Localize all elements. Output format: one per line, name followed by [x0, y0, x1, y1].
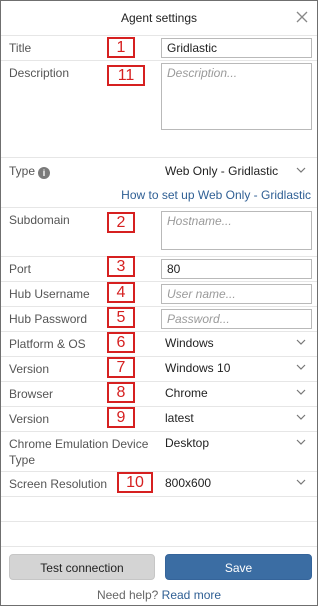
- annotation-badge: 3: [107, 256, 135, 277]
- port-label: Port: [9, 262, 32, 276]
- divider: [1, 207, 317, 208]
- chevron-down-icon: [296, 439, 306, 445]
- description-label: Description: [9, 66, 70, 80]
- type-label: Type i: [9, 164, 51, 179]
- annotation-badge: 1: [107, 37, 135, 58]
- divider: [1, 546, 317, 547]
- resolution-label: Screen Resolution: [9, 477, 108, 491]
- panel-header: Agent settings: [1, 1, 317, 35]
- annotation-badge: 10: [117, 472, 153, 493]
- browser-version-select[interactable]: latest: [161, 407, 312, 429]
- annotation-badge: 8: [107, 382, 135, 403]
- annotation-badge: 5: [107, 307, 135, 328]
- divider: [1, 306, 317, 307]
- emulation-label: Chrome Emulation Device Type: [9, 437, 149, 467]
- chevron-down-icon: [296, 364, 306, 370]
- subdomain-textarea[interactable]: [161, 211, 312, 250]
- resolution-value: 800x600: [165, 476, 212, 490]
- annotation-badge: 4: [107, 282, 135, 303]
- os-version-select[interactable]: Windows 10: [161, 357, 312, 379]
- chevron-down-icon: [296, 479, 306, 485]
- help-footer: Need help? Read more: [1, 588, 317, 602]
- chevron-down-icon: [296, 389, 306, 395]
- help-text: Need help?: [96, 588, 159, 602]
- type-select[interactable]: Web Only - Gridlastic: [161, 160, 312, 182]
- annotation-badge: 6: [107, 332, 135, 353]
- chevron-down-icon: [296, 167, 306, 173]
- browser-version-label: Version: [9, 412, 50, 426]
- annotation-badge: 9: [107, 407, 135, 428]
- subdomain-label: Subdomain: [9, 213, 70, 227]
- platform-os-select[interactable]: Windows: [161, 332, 312, 354]
- browser-label: Browser: [9, 387, 54, 401]
- os-version-label: Version: [9, 362, 50, 376]
- chevron-down-icon: [296, 414, 306, 420]
- description-textarea[interactable]: [161, 63, 312, 130]
- chevron-down-icon: [296, 339, 306, 345]
- close-icon[interactable]: [295, 10, 309, 24]
- divider: [1, 496, 317, 497]
- hub-password-input[interactable]: [161, 309, 312, 329]
- type-label-text: Type: [9, 164, 36, 178]
- browser-value: Chrome: [165, 386, 208, 400]
- hub-username-label: Hub Username: [9, 287, 90, 301]
- resolution-select[interactable]: 800x600: [161, 472, 312, 494]
- emulation-select[interactable]: Desktop: [161, 432, 312, 454]
- read-more-link[interactable]: Read more: [162, 588, 221, 602]
- test-connection-button[interactable]: Test connection: [9, 554, 155, 580]
- save-button[interactable]: Save: [165, 554, 312, 580]
- hub-username-input[interactable]: [161, 284, 312, 304]
- annotation-badge: 2: [107, 212, 135, 233]
- browser-version-value: latest: [165, 411, 194, 425]
- info-icon[interactable]: i: [38, 167, 51, 179]
- agent-settings-panel: Agent settings Title 1 Description 11 Ty…: [0, 0, 318, 606]
- type-value: Web Only - Gridlastic: [165, 164, 279, 178]
- divider: [1, 256, 317, 257]
- annotation-badge: 7: [107, 357, 135, 378]
- emulation-value: Desktop: [165, 436, 210, 450]
- platform-os-label: Platform & OS: [9, 337, 86, 351]
- divider: [1, 281, 317, 282]
- divider: [1, 60, 317, 61]
- hub-password-label: Hub Password: [9, 312, 88, 326]
- divider: [1, 35, 317, 36]
- divider: [1, 157, 317, 158]
- platform-os-value: Windows: [165, 336, 214, 350]
- divider: [1, 521, 317, 522]
- port-input[interactable]: [161, 259, 312, 279]
- annotation-badge: 11: [107, 65, 145, 86]
- setup-help-link[interactable]: How to set up Web Only - Gridlastic: [121, 188, 311, 202]
- browser-select[interactable]: Chrome: [161, 382, 312, 404]
- panel-title: Agent settings: [120, 11, 198, 25]
- title-label: Title: [9, 41, 32, 55]
- os-version-value: Windows 10: [165, 361, 231, 375]
- title-input[interactable]: [161, 38, 312, 58]
